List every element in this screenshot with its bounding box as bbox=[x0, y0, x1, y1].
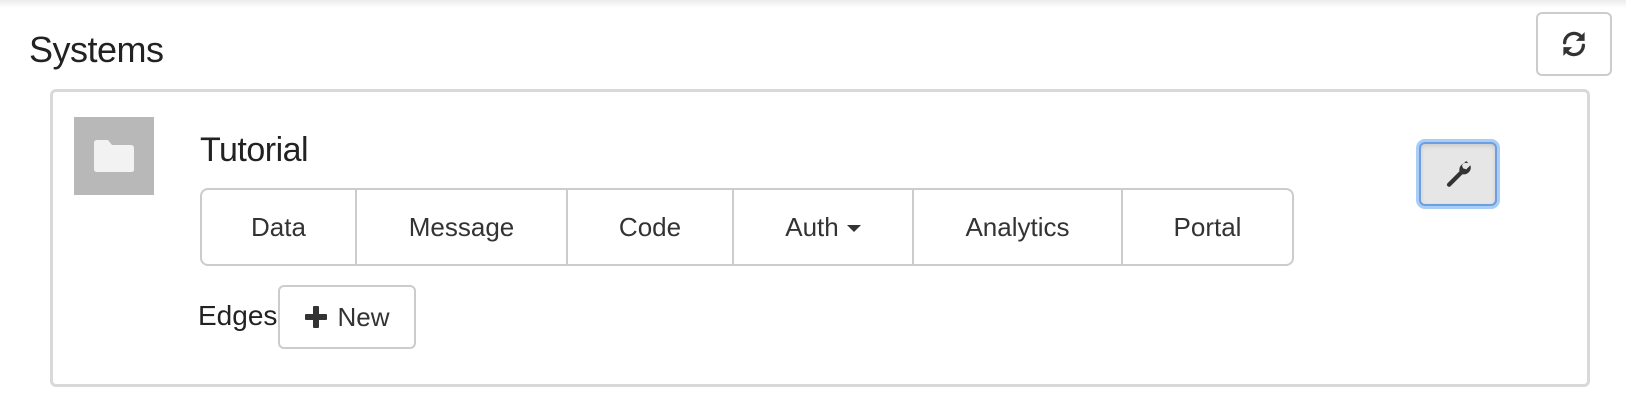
refresh-button[interactable] bbox=[1536, 12, 1612, 76]
system-nav-group: Data Message Code Auth Analytics Portal bbox=[200, 188, 1294, 266]
wrench-icon bbox=[1443, 159, 1473, 189]
plus-icon bbox=[304, 305, 328, 329]
new-edge-button-label: New bbox=[337, 301, 390, 332]
tab-code[interactable]: Code bbox=[566, 188, 734, 266]
top-shadow bbox=[0, 0, 1626, 8]
tab-message-label: Message bbox=[408, 211, 515, 242]
new-edge-button[interactable]: New bbox=[278, 285, 416, 349]
refresh-icon bbox=[1559, 29, 1589, 59]
tab-portal-label: Portal bbox=[1173, 211, 1242, 242]
edges-label: Edges bbox=[198, 300, 278, 331]
tab-analytics[interactable]: Analytics bbox=[912, 188, 1123, 266]
caret-down-icon bbox=[846, 225, 861, 232]
tab-auth-dropdown[interactable]: Auth bbox=[732, 188, 914, 266]
system-card: Tutorial Data Message Code Auth Analytic… bbox=[50, 89, 1590, 387]
folder-icon bbox=[93, 139, 135, 173]
page-title: Systems bbox=[29, 29, 164, 70]
tab-message[interactable]: Message bbox=[355, 188, 568, 266]
system-thumbnail bbox=[74, 117, 154, 195]
tab-portal[interactable]: Portal bbox=[1121, 188, 1294, 266]
system-name: Tutorial bbox=[200, 131, 309, 169]
system-settings-button[interactable] bbox=[1419, 142, 1497, 206]
tab-data-label: Data bbox=[251, 211, 306, 242]
tab-code-label: Code bbox=[618, 211, 682, 242]
tab-auth-label: Auth bbox=[785, 211, 839, 242]
tab-data[interactable]: Data bbox=[200, 188, 357, 266]
tab-analytics-label: Analytics bbox=[965, 211, 1070, 242]
